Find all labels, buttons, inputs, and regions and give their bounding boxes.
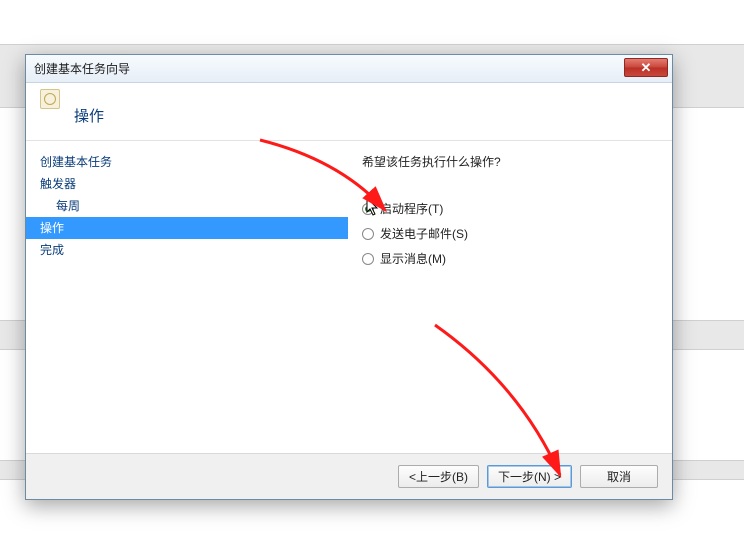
radio-icon [362,203,374,215]
action-prompt: 希望该任务执行什么操作? [362,153,654,170]
back-button[interactable]: <上一步(B) [398,465,479,488]
next-button[interactable]: 下一步(N) > [487,465,572,488]
step-finish[interactable]: 完成 [26,239,348,261]
close-button[interactable]: ✕ [624,58,668,77]
close-icon: ✕ [641,61,652,74]
step-trigger[interactable]: 触发器 [26,173,348,195]
step-create-basic-task[interactable]: 创建基本任务 [26,151,348,173]
radio-label-start-program: 启动程序(T) [380,200,443,217]
wizard-footer: <上一步(B) 下一步(N) > 取消 [26,453,672,499]
wizard-sidebar: 创建基本任务 触发器 每周 操作 完成 [26,141,348,453]
cancel-button[interactable]: 取消 [580,465,658,488]
radio-icon [362,228,374,240]
page-heading: 操作 [74,105,104,126]
radio-send-email[interactable]: 发送电子邮件(S) [362,225,654,242]
wizard-body: 创建基本任务 触发器 每周 操作 完成 希望该任务执行什么操作? 启动程序(T)… [26,141,672,453]
radio-display-message[interactable]: 显示消息(M) [362,250,654,267]
radio-label-display-message: 显示消息(M) [380,250,446,267]
step-action[interactable]: 操作 [26,217,348,239]
titlebar: 创建基本任务向导 ✕ [26,55,672,83]
radio-label-send-email: 发送电子邮件(S) [380,225,468,242]
radio-icon [362,253,374,265]
step-weekly[interactable]: 每周 [26,195,348,217]
window-title: 创建基本任务向导 [34,60,130,77]
radio-start-program[interactable]: 启动程序(T) [362,200,654,217]
wizard-header: 操作 [26,83,672,141]
wizard-icon [40,89,60,109]
wizard-dialog: 创建基本任务向导 ✕ 操作 创建基本任务 触发器 每周 操作 完成 希望该任务执… [25,54,673,500]
wizard-main: 希望该任务执行什么操作? 启动程序(T) 发送电子邮件(S) 显示消息(M) [348,141,672,453]
